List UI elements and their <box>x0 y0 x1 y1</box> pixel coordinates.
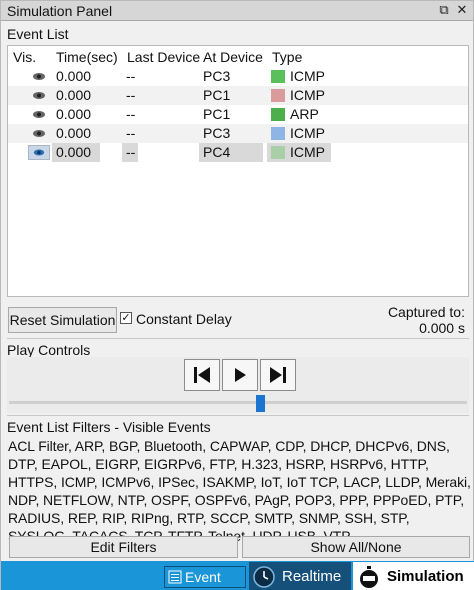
event-row[interactable]: 0.000 -- PC1 ICMP <box>8 86 468 105</box>
step-back-button[interactable] <box>184 359 220 391</box>
restore-window-icon[interactable]: ⧉ <box>437 3 451 17</box>
play-button[interactable] <box>222 359 258 391</box>
event-time: 0.000 <box>56 125 92 141</box>
event-filters-label: Event List Filters - Visible Events <box>7 419 211 435</box>
constant-delay-checkbox[interactable]: ✓ <box>120 312 132 324</box>
event-time: 0.000 <box>56 87 92 103</box>
eye-icon[interactable] <box>28 126 50 141</box>
event-list-icon <box>168 570 182 584</box>
col-type[interactable]: Type <box>272 49 302 65</box>
stopwatch-icon <box>360 566 378 588</box>
visible-events-list: ACL Filter, ARP, BGP, Bluetooth, CAPWAP,… <box>8 438 471 544</box>
event-color-swatch[interactable] <box>271 127 285 140</box>
captured-to-value: 0.000 s <box>419 320 465 336</box>
show-all-none-button[interactable]: Show All/None <box>242 536 470 558</box>
event-row[interactable]: 0.000 -- PC1 ARP <box>8 105 468 124</box>
simulation-tab[interactable]: Simulation <box>353 562 474 590</box>
event-at-device: PC3 <box>203 125 231 141</box>
event-color-swatch[interactable] <box>271 89 285 102</box>
edit-filters-button[interactable]: Edit Filters <box>9 536 238 558</box>
event-last-device: -- <box>126 87 136 103</box>
event-row[interactable]: 0.000 -- PC3 ICMP <box>8 124 468 143</box>
event-list-table: Vis. Time(sec) Last Device At Device Typ… <box>7 45 469 297</box>
event-time: 0.000 <box>56 106 92 122</box>
close-panel-icon[interactable]: ✕ <box>455 3 469 17</box>
event-color-swatch[interactable] <box>271 108 285 121</box>
event-row-selected[interactable]: 0.000 -- PC4 ICMP <box>8 143 468 162</box>
play-speed-slider-track[interactable] <box>9 401 467 404</box>
event-last-device: -- <box>126 68 136 84</box>
play-icon <box>235 368 246 382</box>
col-last-device[interactable]: Last Device <box>127 49 200 65</box>
event-at-device: PC1 <box>203 87 231 103</box>
event-type: ICMP <box>290 87 325 103</box>
simulation-tab-label: Simulation <box>387 568 464 585</box>
event-type: ICMP <box>290 125 325 141</box>
play-controls-label: Play Controls <box>7 342 91 358</box>
constant-delay-label[interactable]: Constant Delay <box>136 311 232 327</box>
col-at-device[interactable]: At Device <box>203 49 263 65</box>
event-list-header: Vis. Time(sec) Last Device At Device Typ… <box>8 46 468 68</box>
step-forward-button[interactable] <box>260 359 296 391</box>
play-speed-slider-thumb[interactable] <box>256 395 265 412</box>
event-at-device: PC4 <box>203 144 231 160</box>
eye-icon[interactable] <box>28 88 50 103</box>
step-forward-icon <box>270 367 286 383</box>
divider <box>7 415 469 416</box>
event-at-device: PC1 <box>203 106 231 122</box>
event-list-label: Event List <box>7 26 69 42</box>
eye-icon[interactable] <box>28 107 50 122</box>
step-back-icon <box>194 367 210 383</box>
event-type: ICMP <box>290 144 325 160</box>
panel-titlebar: Simulation Panel ⧉ ✕ <box>1 1 473 21</box>
realtime-tab[interactable]: Realtime <box>249 562 351 590</box>
event-type: ICMP <box>290 68 325 84</box>
event-last-device: -- <box>126 144 136 160</box>
realtime-tab-label: Realtime <box>282 568 342 585</box>
event-color-swatch[interactable] <box>271 70 285 83</box>
event-at-device: PC3 <box>203 68 231 84</box>
event-list-tab[interactable]: Event List <box>164 566 246 590</box>
col-vis[interactable]: Vis. <box>13 49 36 65</box>
event-color-swatch[interactable] <box>271 146 285 159</box>
event-type: ARP <box>290 106 319 122</box>
event-row[interactable]: 0.000 -- PC3 ICMP <box>8 67 468 86</box>
event-list-tab-label: Event List <box>185 569 221 590</box>
panel-title: Simulation Panel <box>7 3 113 19</box>
event-last-device: -- <box>126 106 136 122</box>
captured-to-label: Captured to: <box>387 304 465 320</box>
clock-icon <box>253 566 275 588</box>
col-time[interactable]: Time(sec) <box>56 49 118 65</box>
eye-icon[interactable] <box>28 69 50 84</box>
event-time: 0.000 <box>56 68 92 84</box>
reset-simulation-button[interactable]: Reset Simulation <box>8 307 117 333</box>
simulation-panel: Simulation Panel ⧉ ✕ Event List Vis. Tim… <box>0 0 474 590</box>
eye-icon[interactable] <box>28 145 50 160</box>
event-time: 0.000 <box>56 144 92 160</box>
event-last-device: -- <box>126 125 136 141</box>
divider <box>7 338 469 339</box>
